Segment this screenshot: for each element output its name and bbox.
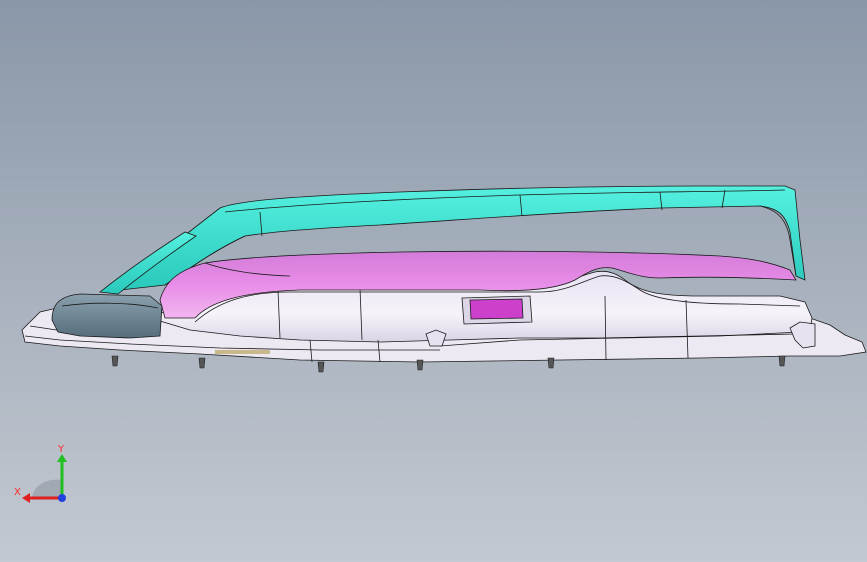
magenta-button[interactable] bbox=[469, 298, 524, 320]
front-clip[interactable] bbox=[425, 329, 447, 347]
pin bbox=[547, 357, 555, 369]
y-arrow-head bbox=[57, 454, 67, 462]
cad-viewport[interactable] bbox=[0, 0, 867, 562]
front-pad-part[interactable] bbox=[51, 293, 163, 339]
pin bbox=[778, 355, 786, 367]
magenta-button-part[interactable] bbox=[461, 295, 533, 325]
front-pad[interactable] bbox=[51, 293, 163, 339]
pin bbox=[198, 357, 206, 369]
coordinate-triad: Y X bbox=[14, 444, 67, 503]
triad-y-label: Y bbox=[57, 444, 65, 455]
tan-trim bbox=[215, 350, 270, 354]
pin bbox=[416, 359, 424, 371]
z-axis-dot bbox=[58, 494, 66, 502]
pin bbox=[111, 355, 119, 367]
triad-x-label: X bbox=[14, 487, 21, 498]
triad-plane-shade bbox=[32, 479, 62, 498]
x-arrow-head bbox=[22, 493, 30, 503]
pin bbox=[317, 361, 325, 373]
